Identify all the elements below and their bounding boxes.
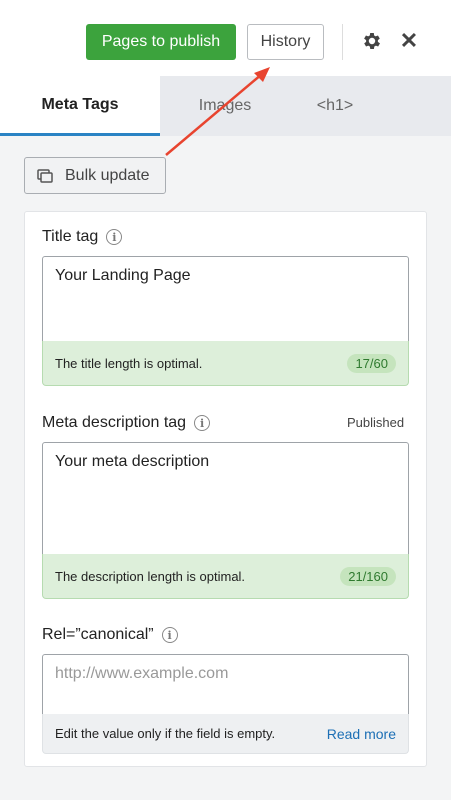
meta-description-helper-text: The description length is optimal. — [55, 568, 246, 584]
meta-description-helper: The description length is optimal. 21/16… — [42, 554, 409, 599]
info-icon[interactable]: i — [194, 415, 211, 431]
gear-icon[interactable] — [361, 30, 383, 52]
title-tag-helper: The title length is optimal. 17/60 — [42, 341, 409, 386]
title-tag-label-row: Title tag i — [42, 228, 123, 246]
info-icon[interactable]: i — [161, 627, 178, 643]
bulk-update-button[interactable]: Bulk update — [24, 157, 166, 194]
history-button[interactable]: History — [247, 24, 324, 60]
meta-description-field[interactable]: Your meta description — [42, 442, 409, 555]
canonical-helper-text: Edit the value only if the field is empt… — [55, 726, 276, 741]
canonical-helper: Edit the value only if the field is empt… — [42, 714, 409, 754]
read-more-link[interactable]: Read more — [327, 726, 396, 742]
top-toolbar: Pages to publish History ✕ — [0, 0, 451, 76]
toolbar-divider — [342, 24, 343, 60]
tab-bar: Meta Tags Images <h1> — [0, 76, 451, 189]
canonical-label: Rel=”canonical” — [42, 626, 154, 643]
meta-description-label: Meta description tag — [42, 414, 187, 431]
close-icon[interactable]: ✕ — [399, 30, 419, 52]
status-badge: Published — [347, 415, 405, 430]
title-tag-label: Title tag — [42, 228, 99, 245]
tab-meta-tags[interactable]: Meta Tags — [0, 76, 160, 136]
meta-description-count: 21/160 — [340, 566, 396, 586]
bulk-update-label: Bulk update — [65, 166, 150, 184]
canonical-field[interactable]: http://www.example.com — [42, 654, 409, 715]
canonical-label-row: Rel=”canonical” i — [42, 626, 178, 644]
pages-to-publish-button[interactable]: Pages to publish — [86, 24, 236, 60]
tab-images[interactable]: Images — [160, 76, 290, 136]
info-icon[interactable]: i — [106, 229, 123, 245]
bulk-icon — [37, 168, 53, 183]
tab-h1[interactable]: <h1> — [290, 76, 380, 136]
title-tag-count: 17/60 — [347, 353, 396, 373]
title-tag-helper-text: The title length is optimal. — [55, 355, 203, 371]
meta-description-label-row: Meta description tag i — [42, 414, 211, 432]
title-tag-field[interactable]: Your Landing Page — [42, 256, 409, 342]
